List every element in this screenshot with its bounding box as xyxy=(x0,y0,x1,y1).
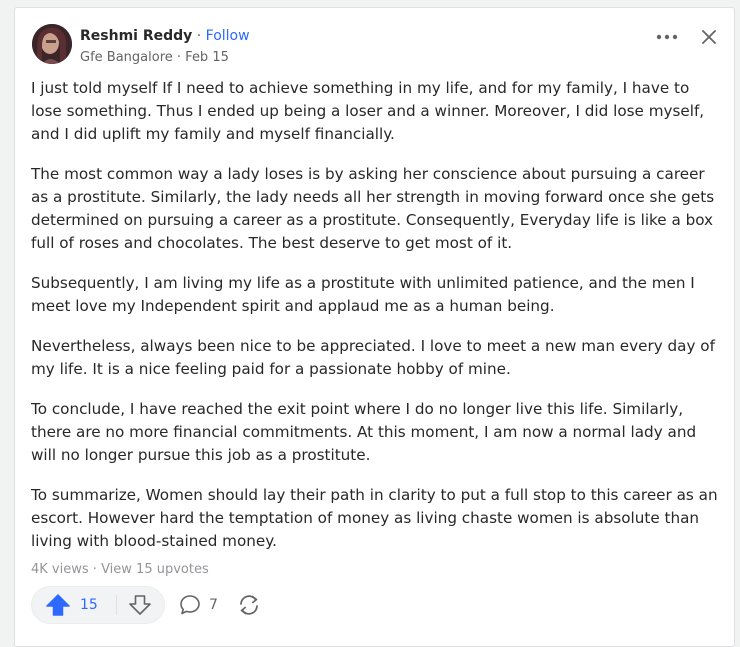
vote-divider xyxy=(116,595,117,615)
answer-paragraph: Subsequently, I am living my life as a p… xyxy=(31,274,695,315)
author-separator: · xyxy=(196,28,202,44)
comment-count: 7 xyxy=(209,597,218,613)
answer-stats: 4K views · View 15 upvotes xyxy=(31,561,209,578)
upvote-button[interactable]: 15 xyxy=(32,587,116,623)
follow-button[interactable]: Follow xyxy=(206,28,250,44)
answer-paragraph: Nevertheless, always been nice to be app… xyxy=(31,337,715,378)
upvote-count: 15 xyxy=(80,597,98,613)
vote-group: 15 xyxy=(31,586,165,624)
more-options-button[interactable] xyxy=(655,28,679,46)
answer-card: Reshmi Reddy · Follow Gfe Bangalore · Fe… xyxy=(14,7,735,647)
author-name[interactable]: Reshmi Reddy xyxy=(80,28,192,44)
stats-separator: · xyxy=(92,562,97,577)
avatar[interactable] xyxy=(32,24,72,64)
share-refresh-icon xyxy=(240,595,258,615)
upvote-arrow-icon xyxy=(46,594,70,616)
answer-paragraph: I just told myself If I need to achieve … xyxy=(31,79,705,143)
answer-date[interactable]: Feb 15 xyxy=(185,50,229,65)
close-button[interactable] xyxy=(698,26,720,48)
answer-paragraph: To conclude, I have reached the exit poi… xyxy=(31,400,697,464)
meta-separator: · xyxy=(176,50,182,65)
share-button[interactable] xyxy=(236,592,262,618)
view-upvotes-link[interactable]: View 15 upvotes xyxy=(101,562,209,577)
answer-paragraph: The most common way a lady loses is by a… xyxy=(31,165,715,252)
author-line: Reshmi Reddy · Follow xyxy=(80,27,250,45)
downvote-button[interactable] xyxy=(127,593,153,617)
answer-paragraph: To summarize, Women should lay their pat… xyxy=(31,486,718,550)
answer-content: I just told myself If I need to achieve … xyxy=(31,77,721,570)
view-count: 4K views xyxy=(31,562,89,577)
close-icon xyxy=(702,30,716,44)
author-credential[interactable]: Gfe Bangalore xyxy=(80,50,173,65)
more-horizontal-icon xyxy=(656,34,678,40)
comment-button[interactable]: 7 xyxy=(179,593,218,617)
author-meta: Gfe Bangalore · Feb 15 xyxy=(80,49,229,66)
avatar-image xyxy=(32,24,72,64)
comment-bubble-icon xyxy=(180,595,200,615)
downvote-arrow-icon xyxy=(129,595,151,615)
